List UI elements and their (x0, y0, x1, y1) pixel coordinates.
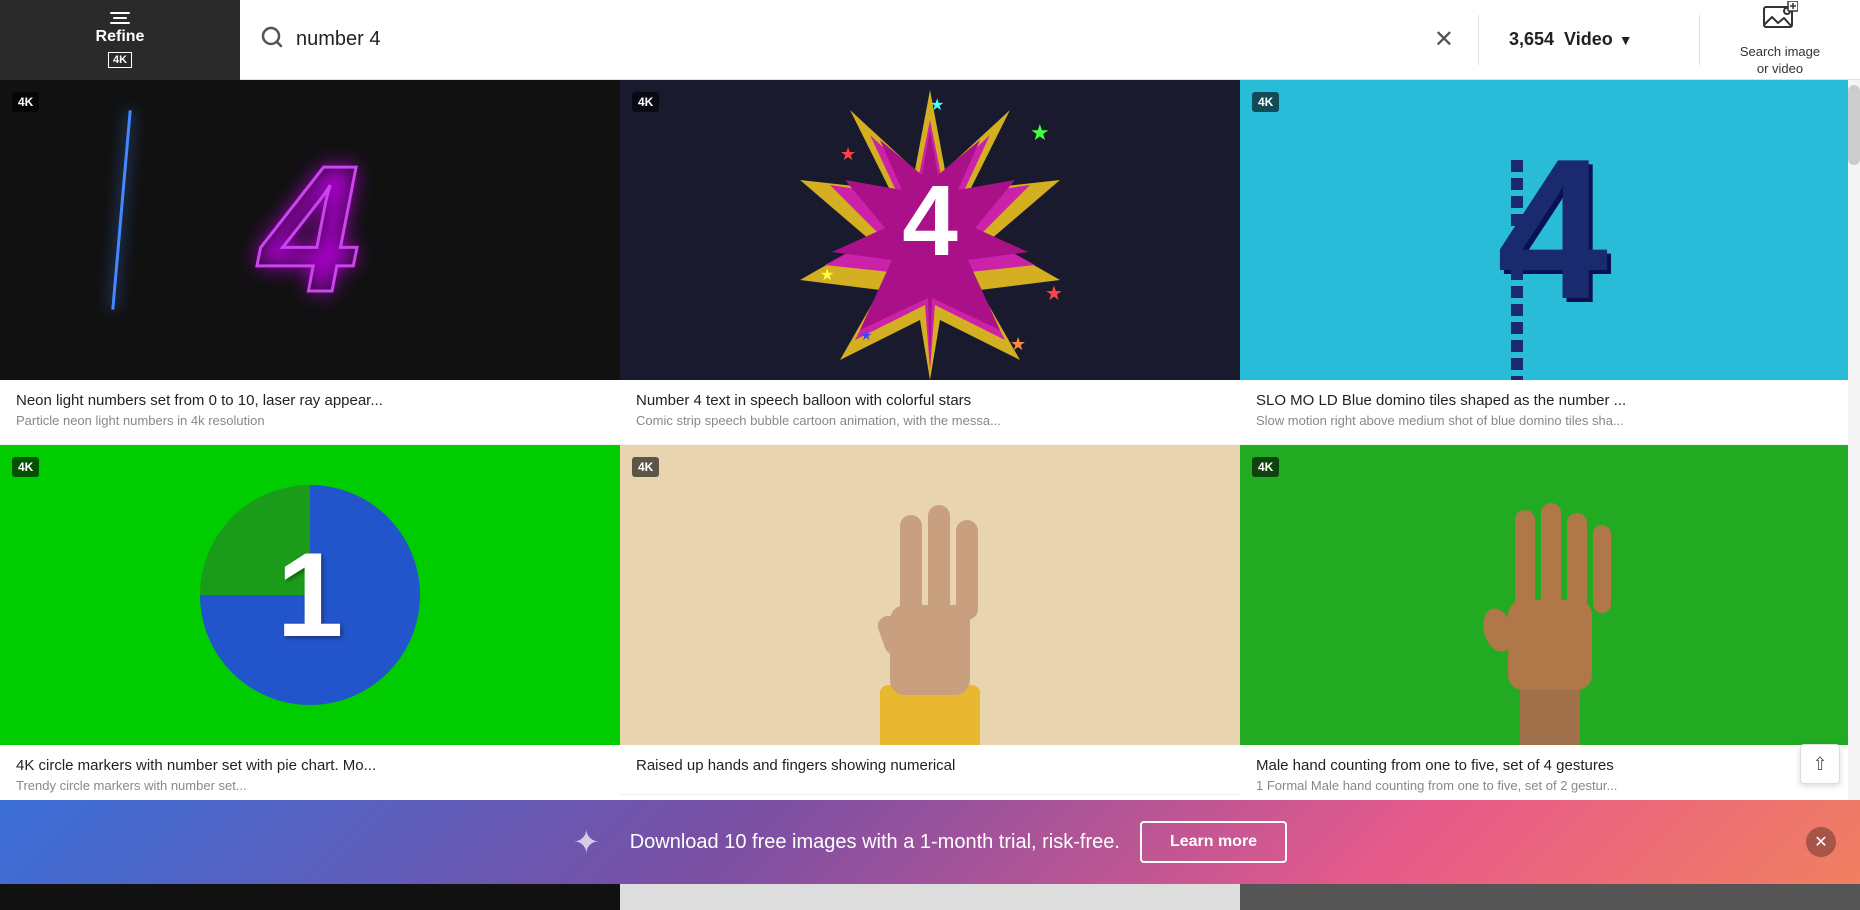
scrollbar-thumb[interactable] (1848, 85, 1860, 165)
badge-4k-4: 4K (12, 457, 39, 477)
badge-4k-3: 4K (1252, 92, 1279, 112)
scrollbar-track[interactable] (1848, 80, 1860, 884)
card-info-5: Raised up hands and fingers showing nume… (620, 745, 1240, 795)
refine-label: Refine (96, 28, 145, 46)
video-thumbnail-5: 4K (620, 445, 1240, 745)
card-subtitle-4: Trendy circle markers with number set... (16, 778, 604, 793)
promo-banner: ✦ Download 10 free images with a 1-month… (0, 800, 1860, 884)
card-info-3: SLO MO LD Blue domino tiles shaped as th… (1240, 380, 1860, 445)
video-thumbnail-1: 4K 4 (0, 80, 620, 380)
video-grid: 4K 4 Neon light numbers set from 0 to 10… (0, 80, 1860, 810)
scroll-up-button[interactable]: ⇧ (1800, 744, 1840, 784)
svg-text:4: 4 (902, 165, 958, 277)
svg-text:★: ★ (860, 327, 873, 343)
starburst-svg: 4 ★ ★ ★ ★ ★ ★ ★ (780, 80, 1080, 380)
count-video-area: 3,654 Video ▼ (1479, 29, 1699, 50)
video-thumbnail-3: 4K 4 (1240, 80, 1860, 380)
search-input[interactable] (296, 28, 1418, 51)
video-card-2[interactable]: 4K 4 ★ ★ ★ ★ ★ ★ ★ (620, 80, 1240, 445)
video-card-6[interactable]: 4K (1240, 445, 1860, 810)
search-by-image-button[interactable]: Search imageor video (1700, 1, 1860, 78)
badge-4k-1: 4K (12, 92, 39, 112)
card-info-1: Neon light numbers set from 0 to 10, las… (0, 380, 620, 445)
search-image-label: Search imageor video (1740, 44, 1820, 78)
header: Refine 4K ✕ 3,654 Video ▼ (0, 0, 1860, 80)
video-card-4[interactable]: 4K 1 4K circle markers with number set w… (0, 445, 620, 810)
card-title-6: Male hand counting from one to five, set… (1256, 757, 1844, 774)
badge-4k-2: 4K (632, 92, 659, 112)
video-dropdown[interactable]: Video ▼ (1564, 29, 1633, 50)
card-subtitle-3: Slow motion right above medium shot of b… (1256, 413, 1844, 428)
video-thumbnail-4: 4K 1 (0, 445, 620, 745)
hand-count-svg (1400, 445, 1700, 745)
pie-circle: 1 (200, 485, 420, 705)
badge-4k-5: 4K (632, 457, 659, 477)
result-count: 3,654 (1509, 29, 1554, 50)
svg-text:★: ★ (1010, 334, 1026, 354)
clear-search-button[interactable]: ✕ (1430, 21, 1458, 58)
card-title-5: Raised up hands and fingers showing nume… (636, 757, 1224, 774)
svg-text:★: ★ (820, 267, 834, 284)
video-label: Video (1564, 29, 1613, 50)
card-title-3: SLO MO LD Blue domino tiles shaped as th… (1256, 392, 1844, 409)
card-title-1: Neon light numbers set from 0 to 10, las… (16, 392, 604, 409)
svg-text:★: ★ (1045, 283, 1063, 305)
video-thumbnail-2: 4K 4 ★ ★ ★ ★ ★ ★ ★ (620, 80, 1240, 380)
main-content: 4K 4 Neon light numbers set from 0 to 10… (0, 80, 1860, 910)
card-title-2: Number 4 text in speech balloon with col… (636, 392, 1224, 409)
search-icon (260, 25, 284, 55)
svg-text:★: ★ (840, 144, 856, 164)
card-subtitle-2: Comic strip speech bubble cartoon animat… (636, 413, 1224, 428)
learn-more-button[interactable]: Learn more (1140, 821, 1287, 863)
hand-svg (780, 445, 1080, 745)
refine-icon (110, 12, 130, 24)
badge-4k-6: 4K (1252, 457, 1279, 477)
pie-number: 1 (277, 526, 344, 664)
video-thumbnail-6: 4K (1240, 445, 1860, 745)
card-subtitle-1: Particle neon light numbers in 4k resolu… (16, 413, 604, 428)
search-image-icon (1762, 1, 1798, 40)
card-info-2: Number 4 text in speech balloon with col… (620, 380, 1240, 445)
promo-plus-icon: ✦ (573, 823, 600, 861)
video-card-3[interactable]: 4K 4 SLO MO LD Blue domino tiles shaped … (1240, 80, 1860, 445)
video-card-1[interactable]: 4K 4 Neon light numbers set from 0 to 10… (0, 80, 620, 445)
video-card-5[interactable]: 4K (620, 445, 1240, 810)
card-title-4: 4K circle markers with number set with p… (16, 757, 604, 774)
refine-4k-badge: 4K (108, 52, 132, 68)
svg-text:★: ★ (930, 97, 944, 114)
card-subtitle-6: 1 Formal Male hand counting from one to … (1256, 778, 1844, 793)
chevron-down-icon: ▼ (1619, 32, 1633, 48)
promo-text: Download 10 free images with a 1-month t… (630, 831, 1120, 854)
refine-button[interactable]: Refine 4K (0, 0, 240, 80)
promo-close-button[interactable]: ✕ (1806, 827, 1836, 857)
svg-text:★: ★ (1030, 120, 1050, 145)
search-area: ✕ (240, 21, 1478, 58)
